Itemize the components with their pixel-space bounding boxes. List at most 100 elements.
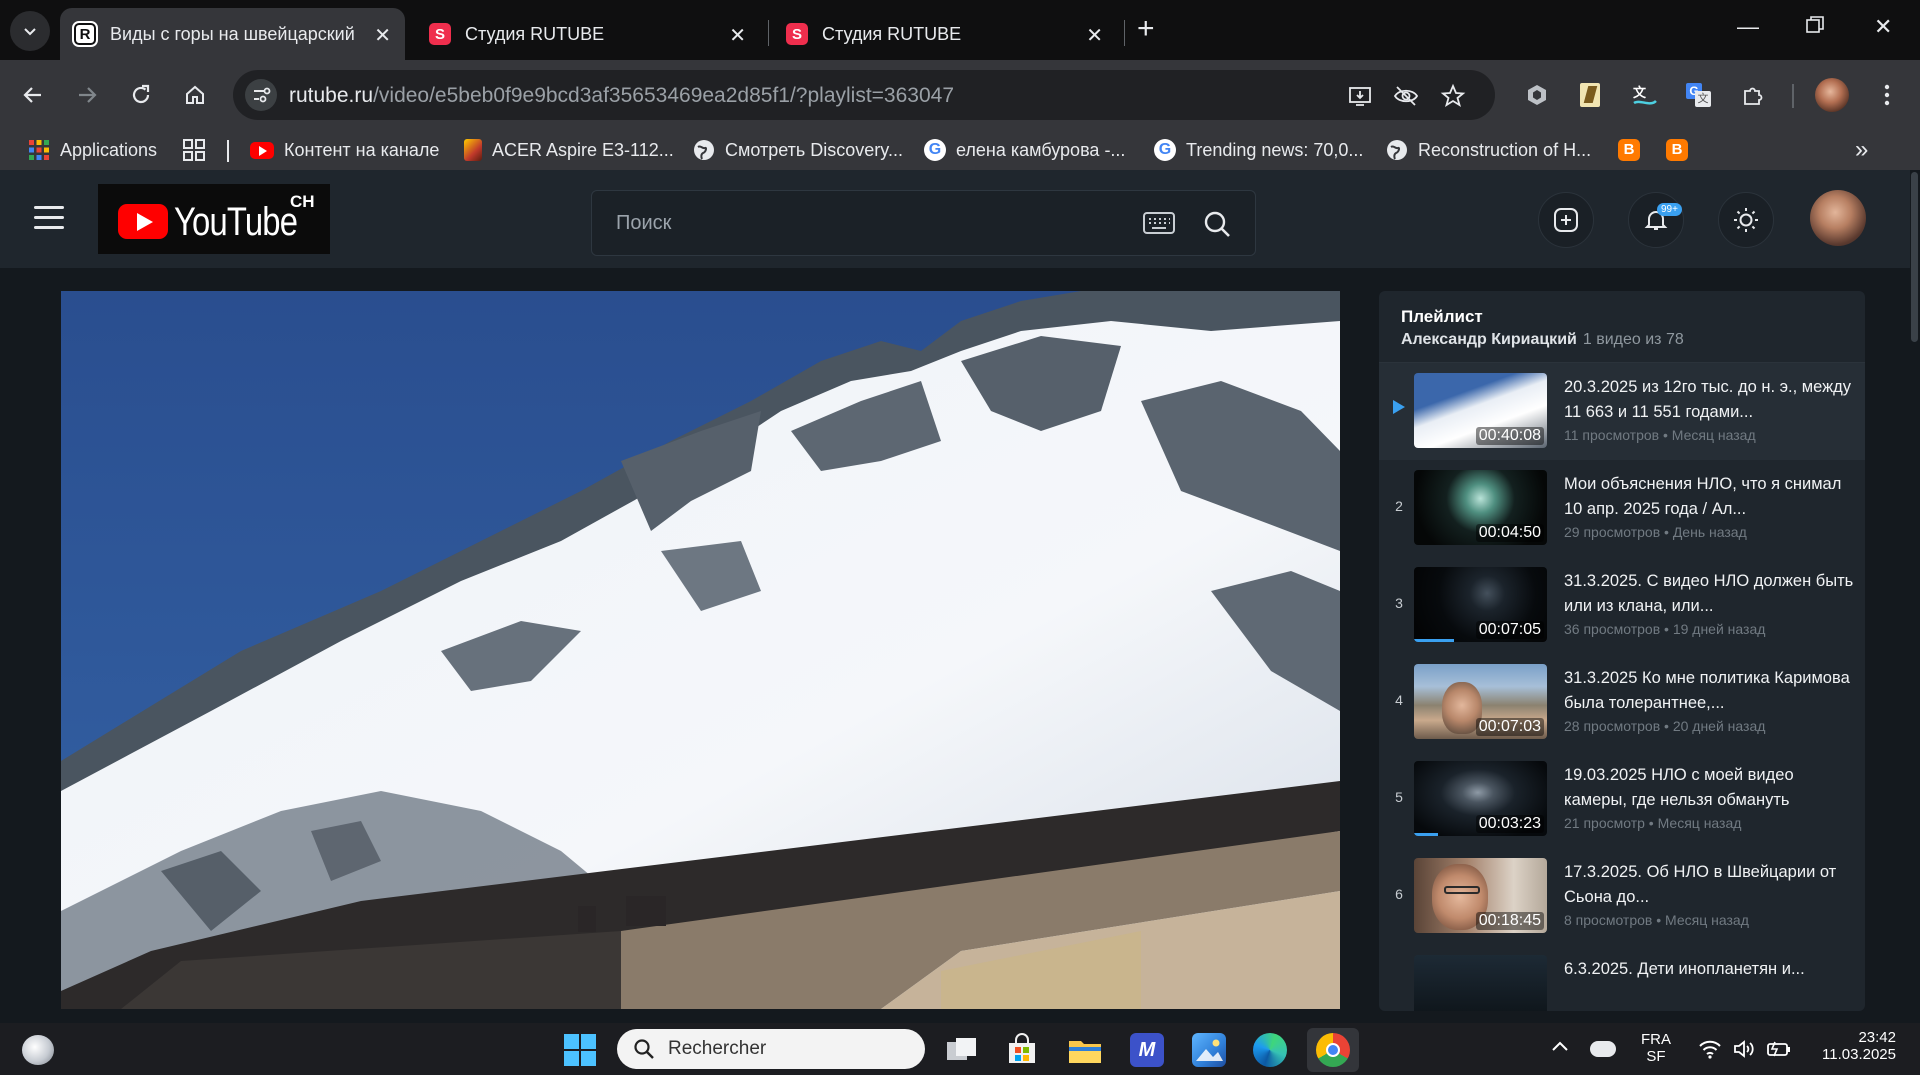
playlist-item[interactable]: 3 00:07:05 31.3.2025. С видео НЛО должен… [1379, 557, 1865, 654]
bookmark-discovery[interactable]: Смотреть Discovery... [693, 137, 903, 163]
bookmark-blogger-2[interactable]: B [1666, 137, 1688, 163]
taskbar-search-placeholder: Rechercher [668, 1038, 767, 1059]
close-tab-icon[interactable]: ✕ [729, 23, 746, 48]
extensions-puzzle-icon[interactable] [1738, 80, 1768, 110]
bookmark-grid[interactable] [183, 137, 205, 163]
tab-rutube-video[interactable]: R Виды с горы на швейцарский ✕ [60, 8, 405, 60]
more-bookmarks-icon[interactable]: » [1855, 136, 1868, 163]
bookmark-label: Trending news: 70,0... [1186, 139, 1364, 160]
weather-icon[interactable] [22, 1035, 54, 1065]
bookmark-kamburova[interactable]: G елена камбурова -... [924, 137, 1125, 163]
url-text: rutube.ru/video/e5beb0f9e9bcd3af35653469… [289, 84, 954, 108]
more-menu-icon[interactable] [1872, 80, 1902, 110]
site-info-icon[interactable] [245, 79, 277, 111]
video-thumbnail[interactable]: 00:03:23 [1414, 761, 1547, 836]
language-indicator[interactable]: FRA SF [1638, 1031, 1674, 1065]
photos-app-icon[interactable] [1192, 1033, 1226, 1067]
install-app-icon[interactable] [1347, 83, 1373, 109]
tab-rutube-studio-1[interactable]: S Студия RUTUBE ✕ [415, 8, 760, 60]
video-title[interactable]: 17.3.2025. Об НЛО в Швейцарии от Сьона д… [1564, 860, 1854, 910]
bookmark-star-icon[interactable] [1440, 83, 1466, 109]
extension-translate-tool-icon[interactable]: 文 [1630, 80, 1660, 110]
page-scrollbar-thumb[interactable] [1911, 172, 1918, 342]
math-app-icon[interactable]: M [1130, 1033, 1164, 1067]
video-player[interactable] [61, 291, 1340, 1009]
menu-icon[interactable] [34, 206, 64, 230]
video-title[interactable]: 19.03.2025 НЛО с моей видео камеры, где … [1564, 763, 1854, 813]
edge-browser-icon[interactable] [1253, 1033, 1287, 1067]
language-layout: SF [1646, 1048, 1666, 1065]
video-title[interactable]: 31.3.2025. С видео НЛО должен быть или и… [1564, 569, 1854, 619]
upload-button[interactable] [1538, 192, 1594, 248]
eye-off-icon[interactable] [1393, 83, 1419, 109]
language-code: FRA [1641, 1031, 1671, 1048]
clock-date: 11.03.2025 [1822, 1046, 1896, 1063]
forward-icon[interactable] [70, 78, 104, 112]
playlist-item[interactable]: 2 00:04:50 Мои объяснения НЛО, что я сни… [1379, 460, 1865, 557]
bookmark-blogger-1[interactable]: B [1618, 137, 1640, 163]
battery-icon[interactable] [1766, 1039, 1792, 1059]
video-title[interactable]: 31.3.2025 Ко мне политика Каримова была … [1564, 666, 1854, 716]
profile-avatar[interactable] [1815, 78, 1849, 112]
theme-toggle-button[interactable] [1718, 192, 1774, 248]
close-tab-icon[interactable]: ✕ [1086, 23, 1103, 48]
close-window-icon[interactable]: ✕ [1874, 14, 1892, 40]
clock[interactable]: 23:42 11.03.2025 [1806, 1029, 1896, 1063]
minimize-icon[interactable]: — [1737, 14, 1759, 40]
extension-shield-icon[interactable] [1522, 80, 1552, 110]
google-icon: G [1154, 139, 1176, 161]
video-thumbnail[interactable]: 00:40:08 [1414, 373, 1547, 448]
windows-start-icon[interactable] [564, 1034, 596, 1066]
video-meta: 21 просмотр • Месяц назад [1564, 815, 1742, 831]
video-thumbnail[interactable]: 00:07:05 [1414, 567, 1547, 642]
restore-icon[interactable] [1806, 14, 1824, 40]
volume-icon[interactable] [1732, 1038, 1756, 1060]
google-translate-icon[interactable]: G文 [1684, 80, 1714, 110]
back-icon[interactable] [16, 78, 50, 112]
keyboard-icon[interactable] [1143, 211, 1175, 235]
playlist-item[interactable]: 6.3.2025. Дети инопланетян и... [1379, 945, 1865, 1011]
home-icon[interactable] [178, 78, 212, 112]
tab-rutube-studio-2[interactable]: S Студия RUTUBE ✕ [772, 8, 1117, 60]
tab-title: Студия RUTUBE [465, 23, 605, 44]
bookmark-channel-content[interactable]: Контент на канале [250, 137, 439, 163]
video-thumbnail[interactable]: 00:04:50 [1414, 470, 1547, 545]
play-logo-icon [118, 204, 168, 239]
search-icon[interactable] [1202, 209, 1232, 239]
video-duration: 00:18:45 [1475, 912, 1544, 930]
bookmark-reconstruction[interactable]: Reconstruction of H... [1386, 137, 1591, 163]
playlist-author[interactable]: Александр Кириацкий [1401, 331, 1577, 348]
close-tab-icon[interactable]: ✕ [374, 23, 391, 48]
video-thumbnail[interactable]: 00:07:03 [1414, 664, 1547, 739]
address-bar[interactable]: rutube.ru/video/e5beb0f9e9bcd3af35653469… [233, 70, 1495, 120]
tab-search-button[interactable] [10, 11, 50, 51]
chrome-active-app-icon[interactable] [1307, 1028, 1359, 1072]
user-avatar[interactable] [1810, 190, 1866, 246]
playlist-item[interactable]: 6 00:18:45 17.3.2025. Об НЛО в Швейцарии… [1379, 848, 1865, 945]
file-explorer-icon[interactable] [1067, 1033, 1101, 1067]
new-tab-icon[interactable]: + [1137, 14, 1155, 44]
channel-logo[interactable]: YouTube CH [98, 184, 330, 254]
taskbar-search-input[interactable]: Rechercher [617, 1029, 925, 1069]
reload-icon[interactable] [124, 78, 158, 112]
microsoft-store-icon[interactable] [1005, 1033, 1039, 1067]
video-thumbnail[interactable] [1414, 955, 1547, 1011]
video-title[interactable]: 20.3.2025 из 12го тыс. до н. э., между 1… [1564, 375, 1854, 425]
extension-script-icon[interactable] [1575, 80, 1605, 110]
video-title[interactable]: 6.3.2025. Дети инопланетян и... [1564, 957, 1854, 982]
wifi-icon[interactable] [1698, 1039, 1722, 1059]
search-input[interactable]: Поиск [591, 190, 1256, 256]
task-view-icon[interactable] [944, 1033, 978, 1067]
bookmark-label: елена камбурова -... [956, 139, 1126, 160]
show-hidden-icons-icon[interactable] [1550, 1037, 1570, 1057]
bookmark-trending-news[interactable]: G Trending news: 70,0... [1154, 137, 1363, 163]
playlist-item[interactable]: 00:40:08 20.3.2025 из 12го тыс. до н. э.… [1379, 363, 1865, 460]
notifications-button[interactable]: 99+ [1628, 192, 1684, 248]
video-title[interactable]: Мои объяснения НЛО, что я снимал 10 апр.… [1564, 472, 1854, 522]
video-thumbnail[interactable]: 00:18:45 [1414, 858, 1547, 933]
onedrive-icon[interactable] [1590, 1041, 1616, 1057]
playlist-item[interactable]: 5 00:03:23 19.03.2025 НЛО с моей видео к… [1379, 751, 1865, 848]
bookmark-acer[interactable]: ACER Aspire E3-112... [464, 137, 674, 163]
playlist-item[interactable]: 4 00:07:03 31.3.2025 Ко мне политика Кар… [1379, 654, 1865, 751]
bookmark-applications[interactable]: Applications [28, 137, 157, 163]
